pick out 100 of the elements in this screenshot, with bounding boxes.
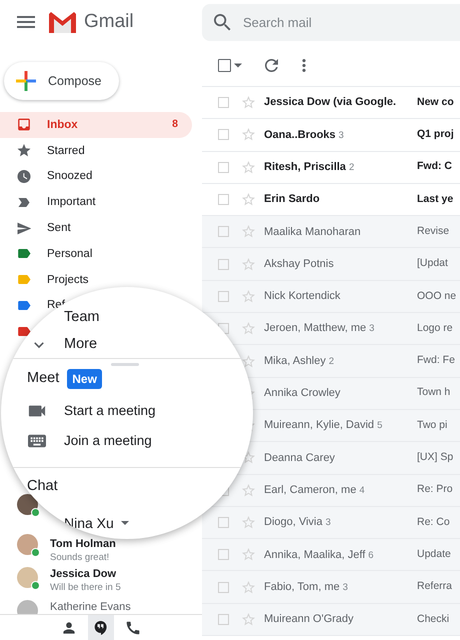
thread-count: 3 [342, 580, 348, 595]
tab[interactable] [88, 615, 114, 640]
star-outline-icon[interactable] [242, 516, 255, 529]
star-outline-icon[interactable] [242, 128, 255, 142]
email-subject: [UX] Sp [417, 450, 454, 466]
thread-count: 2 [328, 354, 334, 369]
clock-icon [17, 170, 31, 183]
sender-name: Muireann, Kylie, David [264, 418, 374, 434]
star-outline-icon[interactable] [242, 322, 255, 336]
nav-item[interactable]: Personal [0, 240, 94, 267]
thread-count: 4 [359, 484, 365, 498]
drag-handle[interactable] [111, 363, 139, 366]
avatar [17, 534, 38, 556]
compose-button[interactable]: Compose [4, 62, 119, 100]
star-outline-icon[interactable] [242, 160, 255, 174]
sender-name: Mika, Ashley [264, 354, 326, 369]
sender-name: Earl, Cameron, me [264, 482, 356, 498]
caret-icon[interactable] [234, 62, 242, 68]
phone-icon [126, 620, 140, 634]
row-checkbox[interactable] [218, 97, 229, 108]
email-subject: Update [417, 546, 451, 562]
email-subject: OOO ne [417, 288, 456, 304]
sender-name: Oana..Brooks [264, 128, 336, 143]
chevron-tag-icon [17, 196, 31, 209]
email-subject: Checki [417, 612, 450, 627]
sender-name: Annika Crowley [264, 386, 340, 402]
envelope-logo-icon [49, 12, 76, 32]
sender-name: Jessica Dow (via Google. [264, 95, 396, 110]
unread-count: 8 [172, 117, 178, 132]
menu-icon[interactable] [17, 13, 35, 31]
email-subject: Two pi [417, 418, 448, 433]
email-subject: Referra [417, 579, 452, 594]
star-outline-icon[interactable] [242, 258, 255, 271]
row-checkbox[interactable] [218, 290, 229, 302]
meeting-action[interactable]: Start a meeting [1, 396, 253, 426]
contact-name[interactable]: Jessica Dow [50, 567, 121, 582]
contact-name[interactable]: Tom Holman [50, 537, 116, 552]
refresh-icon[interactable] [265, 58, 278, 72]
row-checkbox[interactable] [218, 614, 229, 625]
sender-name: Ritesh, Priscilla [264, 160, 346, 175]
sender-name: Fabio, Tom, me [264, 580, 340, 595]
sidebar-item[interactable]: More [1, 332, 253, 358]
nav-item[interactable]: Snoozed [0, 164, 94, 190]
avatar [17, 567, 38, 588]
nav-item[interactable]: Sent [0, 215, 72, 241]
row-checkbox[interactable] [218, 226, 229, 238]
star-outline-icon[interactable] [242, 580, 255, 594]
email-subject: Town h [417, 385, 450, 400]
email-subject: Last ye [417, 192, 454, 207]
sender-name: Jeroen, Matthew, me [264, 321, 366, 336]
nav-item[interactable]: Important [0, 189, 97, 216]
row-checkbox[interactable] [218, 582, 229, 593]
more-icon[interactable] [302, 58, 306, 72]
thread-count: 5 [377, 419, 382, 434]
star-outline-icon[interactable] [242, 96, 255, 110]
section-title: Chat [27, 477, 58, 496]
thread-count: 6 [368, 548, 374, 563]
star-outline-icon[interactable] [242, 354, 255, 368]
chat-bubble-icon [94, 620, 108, 634]
nav-item[interactable]: Projects [0, 266, 90, 293]
row-checkbox[interactable] [218, 129, 229, 140]
inbox-icon [17, 118, 31, 132]
caret-icon [120, 521, 129, 525]
star-outline-icon[interactable] [242, 484, 255, 497]
star-outline-icon[interactable] [242, 290, 255, 303]
star-outline-icon[interactable] [242, 193, 255, 206]
sender-name: Erin Sardo [264, 192, 320, 208]
thread-count: 3 [369, 322, 374, 336]
person-icon [62, 620, 76, 634]
row-checkbox[interactable] [218, 517, 229, 528]
chat-message-preview: Sounds great! [50, 551, 110, 564]
thread-count: 3 [326, 516, 331, 530]
row-checkbox[interactable] [218, 258, 229, 270]
star-outline-icon[interactable] [242, 612, 255, 626]
send-icon [17, 222, 31, 235]
chat-message-preview: Will be there in 5 [50, 581, 121, 594]
row-checkbox[interactable] [218, 194, 229, 206]
new-badge: New [67, 369, 102, 389]
meeting-action[interactable]: Join a meeting [1, 426, 253, 456]
star-outline-icon[interactable] [242, 225, 255, 238]
plus-icon [16, 71, 36, 91]
contact-name[interactable]: Katherine Evans [50, 600, 131, 614]
nav-item[interactable]: Starred [0, 138, 86, 164]
star-outline-icon[interactable] [242, 548, 255, 562]
sender-name: Nick Kortendick [264, 289, 340, 304]
email-subject: New co [417, 94, 454, 110]
sender-name: Muireann O'Grady [264, 612, 354, 628]
email-subject: Fwd: C [417, 159, 452, 174]
section-title: Meet [27, 369, 60, 388]
sender-name: Annika, Maalika, Jeff [264, 548, 366, 563]
search-icon [214, 14, 231, 30]
sender-name: Maalika Manoharan [264, 224, 361, 240]
row-checkbox[interactable] [218, 162, 229, 173]
thread-count: 2 [348, 160, 354, 175]
nav-item[interactable]: Inbox 8 [0, 112, 192, 138]
row-checkbox[interactable] [218, 549, 229, 560]
select-all-checkbox[interactable] [218, 58, 231, 72]
email-subject: Logo re [417, 320, 453, 336]
email-subject: Revise [417, 224, 450, 239]
search-field[interactable]: Search mail [202, 4, 460, 40]
